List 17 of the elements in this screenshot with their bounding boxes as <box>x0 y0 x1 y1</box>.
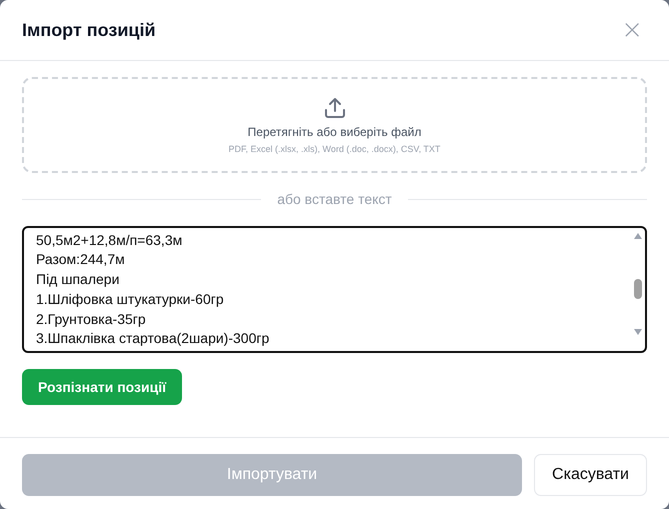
upload-icon <box>324 96 346 118</box>
text-line: 50,5м2+12,8м/п=63,3м <box>36 230 184 250</box>
text-line: Під шпалери <box>36 270 120 290</box>
scroll-up-icon[interactable] <box>634 233 642 239</box>
scrollbar-thumb[interactable] <box>634 279 642 299</box>
separator-label: або вставте текст <box>277 191 392 207</box>
file-formats: PDF, Excel (.xlsx, .xls), Word (.doc, .docx), CSV, TXT <box>228 144 440 154</box>
scroll-down-icon[interactable] <box>634 329 642 335</box>
text-line: 2.Грунтовка-35гр <box>36 310 147 329</box>
text-line: 1.Шліфовка штукатурки-60гр <box>36 290 225 309</box>
text-input-field[interactable]: 50,5м2+12,8м/п=63,3м Разом:244,7м Під шпалери 1.Шліфовка штукатурки-60гр 2.Грунтовка-35гр 3.Шпаклівка стартова(2шари)-300гр <box>22 226 647 353</box>
text-line: 3.Шпаклівка стартова(2шари)-300гр <box>36 329 270 348</box>
file-dropzone[interactable]: Перетягніть або виберіть файл PDF, Excel (.xlsx, .xls), Word (.doc, .docx), CSV, TXT <box>22 77 647 173</box>
text-line: Разом:244,7м <box>36 250 126 270</box>
dropzone-label: Перетягніть або виберіть файл <box>248 124 422 138</box>
cancel-button[interactable]: Скасувати <box>534 454 647 496</box>
dialog-title: Імпорт позицій <box>22 20 156 40</box>
